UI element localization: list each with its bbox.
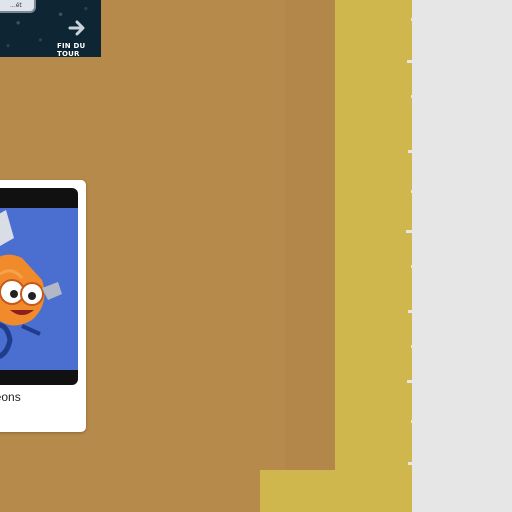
board-yellow-band — [335, 0, 413, 512]
end-turn-label[interactable]: FIN DU TOUR — [57, 42, 101, 57]
board-shade-band — [285, 0, 337, 512]
game-card[interactable]: geons — [0, 180, 86, 432]
card-image[interactable] — [0, 188, 78, 385]
board-yellow-corner — [260, 470, 350, 512]
board-pixel-edge — [405, 0, 419, 512]
arrow-right-icon[interactable] — [68, 20, 86, 36]
card-title: geons — [0, 390, 21, 404]
card-art — [0, 208, 78, 370]
board-gray-margin — [412, 0, 512, 512]
turn-chip: ...ét — [0, 0, 36, 13]
monster-character-illustration — [0, 208, 78, 370]
end-turn-panel[interactable]: ...ét FIN DU TOUR — [0, 0, 101, 57]
